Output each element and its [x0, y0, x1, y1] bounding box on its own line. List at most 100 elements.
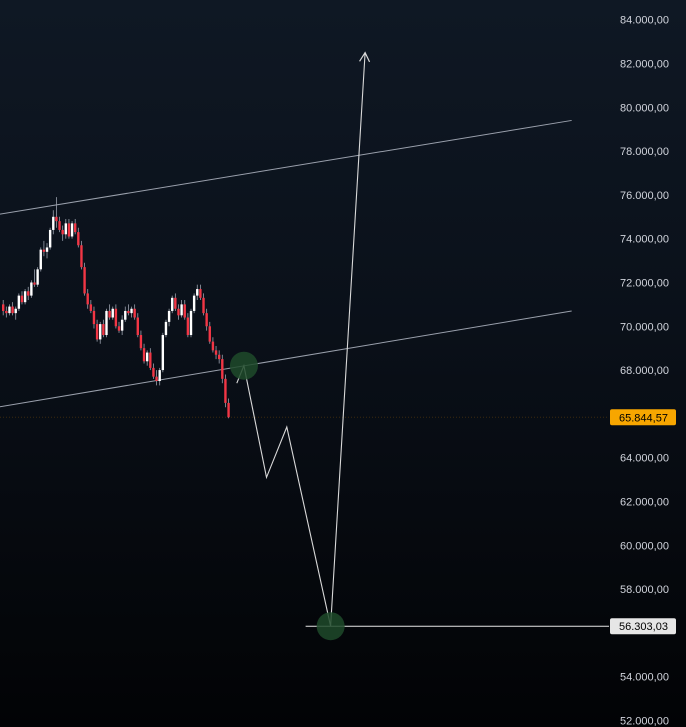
candle: [39, 247, 42, 272]
candle-body-up: [196, 289, 199, 296]
candle-body-down: [89, 304, 93, 311]
y-tick-label: 76.000,00: [620, 190, 669, 202]
candle: [155, 370, 158, 386]
candle-body-up: [189, 310, 193, 336]
badge-label: 65.844,57: [619, 412, 668, 424]
candle: [158, 367, 161, 386]
candle: [174, 293, 177, 311]
y-tick-label: 58.000,00: [620, 584, 669, 596]
candle: [117, 321, 121, 333]
candle: [199, 284, 202, 300]
candle: [14, 306, 17, 320]
candle: [11, 302, 14, 316]
candle: [36, 267, 39, 287]
candle: [149, 348, 152, 371]
candle: [83, 262, 86, 296]
candle: [192, 293, 196, 314]
candle-body-up: [99, 324, 102, 340]
candle-body-up: [111, 308, 114, 318]
candle: [102, 319, 105, 338]
candle-body-down: [142, 348, 146, 362]
drawing-layer: [0, 51, 609, 627]
candle: [161, 332, 165, 373]
candle-body-down: [205, 313, 208, 327]
price-axis[interactable]: 84.000,00 82.000,00 80.000,00 78.000,00 76.0…: [610, 15, 676, 727]
candle-body-down: [202, 297, 205, 314]
candle: [136, 313, 139, 338]
candle: [139, 330, 143, 351]
price-chart[interactable]: 84.000,00 82.000,00 80.000,00 78.000,00 76.0…: [0, 0, 686, 727]
candle-body-down: [227, 402, 230, 418]
candle: [133, 304, 136, 320]
candle: [211, 337, 215, 353]
candle-body-up: [105, 310, 108, 336]
candle-body-down: [221, 359, 224, 379]
candle-body-up: [23, 291, 27, 303]
candle-body-down: [149, 352, 152, 368]
candle: [208, 321, 211, 344]
candle: [164, 319, 168, 338]
current-price-badge[interactable]: 65.844,57: [610, 409, 676, 426]
candle-body-up: [45, 247, 49, 252]
candle: [186, 313, 190, 338]
chart-area[interactable]: 84.000,00 82.000,00 80.000,00 78.000,00 76.0…: [0, 0, 686, 727]
candle-body-down: [55, 216, 58, 222]
candle-body-down: [133, 308, 136, 318]
candle-body-up: [192, 295, 196, 311]
candle-body-down: [214, 350, 218, 355]
candle: [167, 308, 171, 327]
candle: [30, 280, 33, 298]
candle-body-down: [11, 306, 14, 314]
y-tick-label: 62.000,00: [620, 496, 669, 508]
candle-body-up: [36, 269, 39, 285]
channel-upper-line[interactable]: [0, 119, 572, 219]
candle: [33, 269, 36, 287]
projection-path[interactable]: [236, 51, 371, 627]
candle: [180, 299, 183, 318]
candle: [8, 304, 11, 316]
candle-body-down: [183, 304, 186, 318]
candle-body-up: [124, 310, 127, 320]
candle-body-up: [14, 308, 17, 314]
candle: [189, 308, 193, 338]
candle-body-up: [130, 308, 133, 314]
candle: [205, 308, 208, 331]
candle-body-up: [120, 319, 124, 331]
candle: [5, 306, 8, 318]
candle-body-up: [164, 321, 168, 336]
candle: [42, 240, 46, 257]
candle-body-down: [224, 378, 227, 403]
candle: [20, 291, 24, 305]
candle-body-down: [177, 308, 180, 316]
candle: [152, 363, 155, 379]
candle-body-up: [171, 297, 174, 311]
candle-body-down: [174, 297, 177, 309]
y-tick-label: 80.000,00: [620, 102, 669, 114]
candle: [224, 374, 227, 408]
candle-body-up: [52, 216, 55, 230]
candle-body-down: [108, 310, 111, 318]
candle-body-down: [61, 229, 64, 235]
candle-body-down: [20, 295, 24, 303]
candle: [86, 289, 89, 309]
candle-body-up: [48, 229, 52, 248]
candle-body-down: [67, 223, 71, 237]
candle-body-down: [208, 326, 211, 342]
candle-body-up: [64, 223, 67, 235]
candle: [89, 299, 93, 314]
candle: [61, 225, 64, 241]
candle-body-down: [58, 221, 61, 230]
candle-body-down: [33, 282, 36, 285]
candle: [127, 304, 130, 316]
channel-lower-line[interactable]: [0, 310, 572, 412]
candle: [48, 227, 52, 250]
candle-body-up: [158, 370, 161, 382]
candle: [55, 197, 58, 228]
candle: [145, 350, 149, 366]
candle: [95, 319, 99, 342]
candle: [227, 398, 230, 419]
candle-body-down: [117, 326, 121, 331]
candle-body-down: [73, 223, 77, 233]
candle: [177, 304, 180, 320]
target-price-badge[interactable]: 56.303,03: [610, 618, 676, 635]
